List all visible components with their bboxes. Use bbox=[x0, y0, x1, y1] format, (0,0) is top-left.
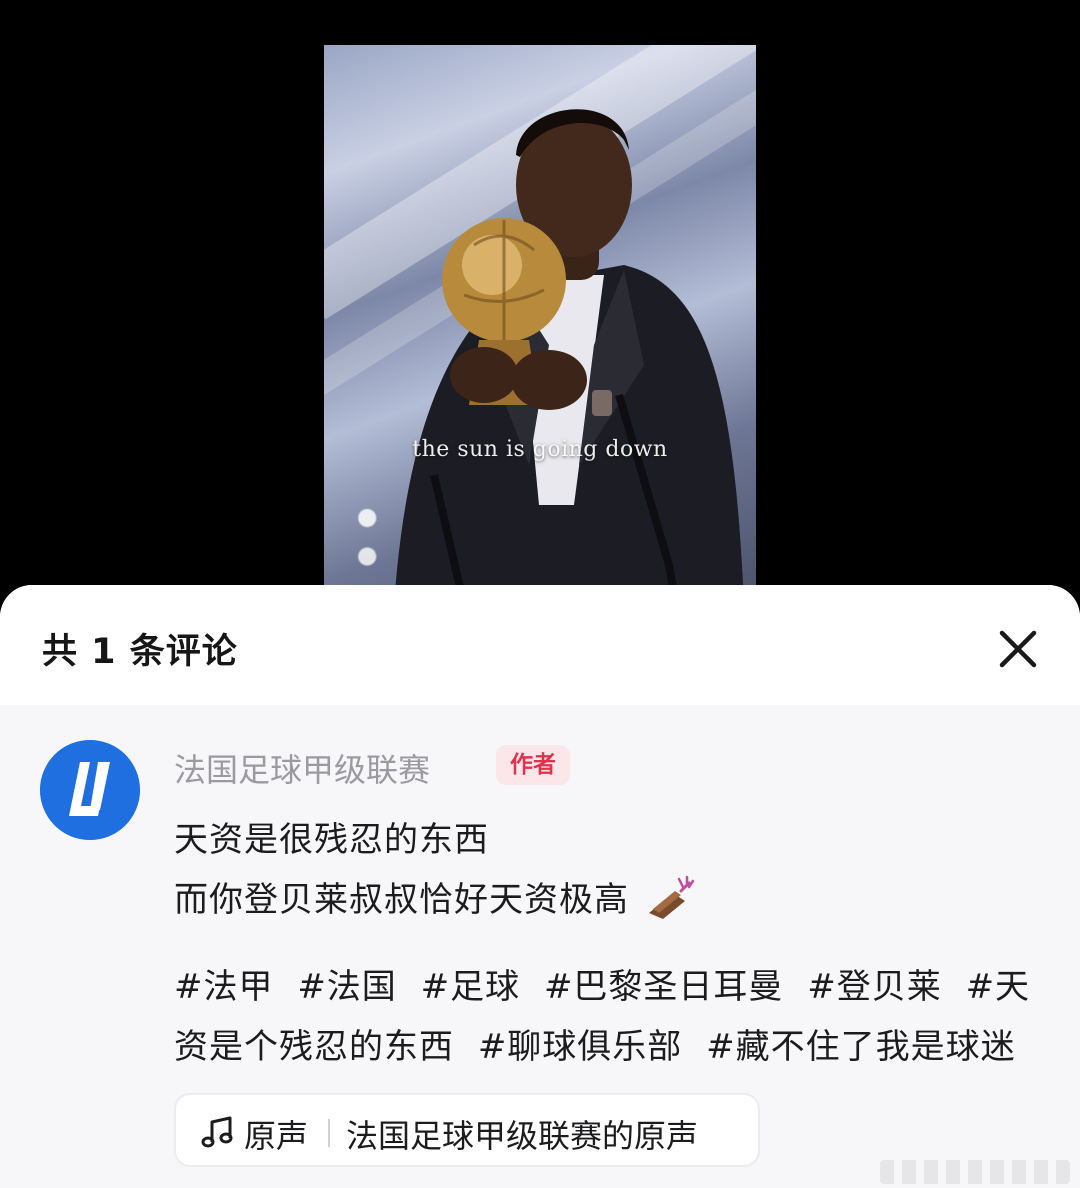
comments-sheet: 共 1 条评论 法国足球甲级联赛 作者 天资是很残忍的东西 而你登贝莱叔叔恰好天… bbox=[0, 585, 1080, 1188]
comment-count-title: 共 1 条评论 bbox=[42, 632, 238, 672]
player-illustration bbox=[394, 109, 744, 605]
comments-header: 共 1 条评论 bbox=[0, 585, 1080, 705]
hashtag-link[interactable]: #聊球俱乐部 bbox=[478, 1027, 683, 1067]
close-icon bbox=[999, 630, 1037, 668]
video-frame[interactable]: the sun is going down bbox=[324, 45, 756, 605]
comment-text: 天资是很残忍的东西 bbox=[174, 820, 489, 860]
hashtag-link[interactable]: #足球 bbox=[421, 967, 521, 1007]
ligue1-logo bbox=[40, 740, 140, 840]
divider bbox=[328, 1119, 330, 1147]
author-avatar[interactable] bbox=[40, 740, 140, 840]
original-sound-button[interactable]: 原声 法国足球甲级联赛的原声 bbox=[174, 1093, 760, 1167]
hashtag-link[interactable]: #巴黎圣日耳曼 bbox=[544, 967, 784, 1007]
watermark bbox=[880, 1160, 1070, 1184]
hashtag-link[interactable]: #登贝莱 bbox=[807, 967, 942, 1007]
author-name[interactable]: 法国足球甲级联赛 bbox=[174, 745, 430, 791]
music-note-icon bbox=[201, 1116, 233, 1148]
hashtag-list: #法甲 #法国 #足球 #巴黎圣日耳曼 #登贝莱 #天资是个残忍的东西 #聊球俱… bbox=[174, 957, 1044, 1077]
video-caption: the sun is going down bbox=[412, 437, 668, 462]
close-button[interactable] bbox=[990, 621, 1046, 677]
comment-text: 而你登贝莱叔叔恰好天资极高 bbox=[174, 880, 629, 920]
author-badge: 作者 bbox=[496, 745, 570, 785]
comment-text-line: 而你登贝莱叔叔恰好天资极高 bbox=[174, 872, 697, 921]
screen: the sun is going down 共 1 条评论 法国足球甲级联赛 作… bbox=[0, 0, 1080, 1188]
comments-list: 法国足球甲级联赛 作者 天资是很残忍的东西 而你登贝莱叔叔恰好天资极高 #法甲 bbox=[0, 705, 1080, 1188]
original-sound-label: 原声 bbox=[244, 1117, 309, 1155]
comment-text-line: 天资是很残忍的东西 bbox=[174, 812, 489, 861]
hashtag-link[interactable]: #法国 bbox=[297, 967, 397, 1007]
hashtag-link[interactable]: #藏不住了我是球迷 bbox=[706, 1027, 1016, 1067]
hand-clapping-emoji bbox=[645, 873, 697, 921]
sound-source-label: 法国足球甲级联赛的原声 bbox=[346, 1117, 699, 1155]
hashtag-link[interactable]: #法甲 bbox=[174, 967, 274, 1007]
